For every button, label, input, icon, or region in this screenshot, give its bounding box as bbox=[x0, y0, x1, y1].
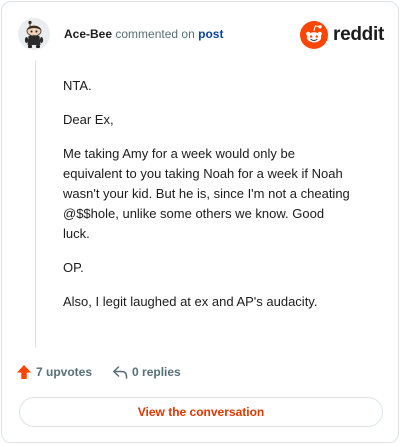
comment-body: NTA. Dear Ex, Me taking Amy for a week w… bbox=[63, 76, 353, 326]
comment-paragraph: Also, I legit laughed at ex and AP's aud… bbox=[63, 294, 318, 309]
comment-actions: 7 upvotes 0 replies bbox=[16, 362, 181, 382]
reply-count: 0 replies bbox=[132, 365, 181, 379]
user-avatar[interactable] bbox=[18, 18, 50, 50]
reply-arrow-icon bbox=[113, 366, 128, 379]
reddit-logo[interactable]: reddit bbox=[300, 20, 384, 50]
upvote-count: 7 upvotes bbox=[36, 365, 93, 379]
reply-action[interactable]: 0 replies bbox=[112, 364, 181, 380]
reddit-wordmark: reddit bbox=[333, 24, 384, 45]
comment-meta: Ace-Bee commented on post bbox=[64, 27, 223, 41]
upvote-action[interactable]: 7 upvotes bbox=[16, 364, 92, 380]
comment-paragraph: Dear Ex, bbox=[63, 112, 114, 127]
comment-paragraph: Me taking Amy for a week would only be e… bbox=[63, 146, 350, 241]
view-conversation-button[interactable]: View the conversation bbox=[19, 397, 383, 427]
upvote-arrow-icon bbox=[17, 365, 31, 379]
post-link[interactable]: post bbox=[198, 27, 223, 41]
comment-paragraph: OP. bbox=[63, 260, 84, 275]
comment-embed-card: Ace-Bee commented on post reddit NTA. De… bbox=[1, 1, 399, 443]
author-name[interactable]: Ace-Bee bbox=[64, 27, 112, 41]
snoo-avatar-icon bbox=[18, 18, 50, 50]
comment-action-text: commented on bbox=[115, 27, 195, 41]
comment-paragraph: NTA. bbox=[63, 78, 92, 93]
thread-line bbox=[35, 60, 36, 348]
reddit-snoo-logo-icon bbox=[300, 21, 329, 49]
comment-header: Ace-Bee commented on post reddit bbox=[16, 18, 384, 50]
